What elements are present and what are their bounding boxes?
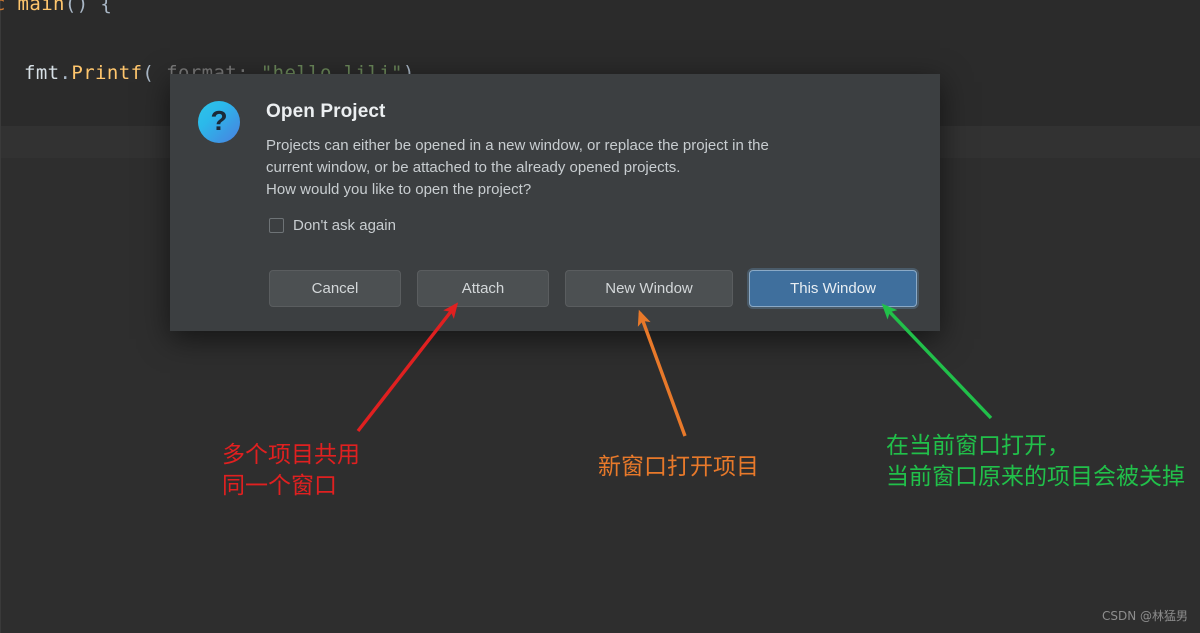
cancel-button[interactable]: Cancel xyxy=(269,270,401,307)
csdn-watermark: CSDN @林猛男 xyxy=(1101,609,1188,623)
code-token: nc xyxy=(0,0,18,15)
dialog-button-row: Cancel Attach New Window This Window xyxy=(269,270,917,307)
code-line-func-main: nc main() { xyxy=(0,0,112,15)
this-window-button[interactable]: This Window xyxy=(749,270,917,307)
dialog-message: Projects can either be opened in a new w… xyxy=(266,135,866,201)
code-token: ( xyxy=(142,62,167,84)
dialog-message-line: How would you like to open the project? xyxy=(266,181,532,198)
dont-ask-again-label: Don't ask again xyxy=(293,217,396,234)
code-token: () { xyxy=(64,0,113,15)
dialog-message-line: current window, or be attached to the al… xyxy=(266,159,681,176)
dont-ask-again-checkbox[interactable] xyxy=(269,218,284,233)
code-token: . xyxy=(59,62,72,84)
dialog-title: Open Project xyxy=(266,101,386,122)
attach-button[interactable]: Attach xyxy=(417,270,549,307)
new-window-button[interactable]: New Window xyxy=(565,270,733,307)
code-token: fmt xyxy=(24,62,60,84)
dont-ask-again-row[interactable]: Don't ask again xyxy=(269,217,396,234)
code-token: main xyxy=(17,0,65,15)
dialog-message-line: Projects can either be opened in a new w… xyxy=(266,137,769,154)
editor-gutter-divider xyxy=(0,0,1,633)
code-token: Printf xyxy=(71,62,143,84)
open-project-dialog: ? Open Project Projects can either be op… xyxy=(170,74,940,331)
question-mark-glyph: ? xyxy=(210,105,228,136)
question-mark-icon: ? xyxy=(198,101,240,143)
